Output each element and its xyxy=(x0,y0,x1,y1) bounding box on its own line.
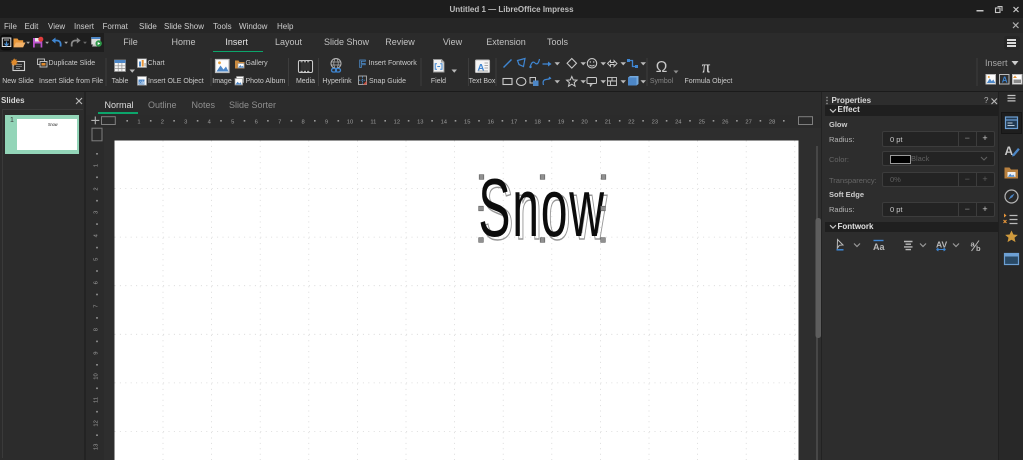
svg-text:8: 8 xyxy=(301,120,304,126)
svg-text:14: 14 xyxy=(441,120,448,126)
svg-text:13: 13 xyxy=(94,444,100,450)
svg-text:9: 9 xyxy=(325,120,328,126)
svg-text:3: 3 xyxy=(94,211,100,214)
svg-text:22: 22 xyxy=(628,120,634,126)
svg-text:13: 13 xyxy=(417,120,423,126)
svg-text:ole: ole xyxy=(139,80,146,85)
svg-text:π: π xyxy=(702,58,711,77)
svg-text:9: 9 xyxy=(94,351,100,354)
svg-text:A: A xyxy=(1002,76,1008,85)
svg-text:5: 5 xyxy=(94,258,100,261)
svg-text:Aa: Aa xyxy=(873,242,885,252)
svg-text:11: 11 xyxy=(370,120,376,126)
svg-text:12: 12 xyxy=(94,420,100,426)
svg-text:6: 6 xyxy=(255,120,258,126)
svg-text:25: 25 xyxy=(699,120,705,126)
svg-text:19: 19 xyxy=(558,120,564,126)
svg-text:17: 17 xyxy=(511,120,517,126)
svg-text:A: A xyxy=(478,63,485,74)
svg-text:1: 1 xyxy=(137,120,140,126)
svg-text:16: 16 xyxy=(487,120,493,126)
svg-text:28: 28 xyxy=(769,120,775,126)
svg-text:20: 20 xyxy=(581,120,587,126)
svg-text:3: 3 xyxy=(184,120,187,126)
svg-text:10: 10 xyxy=(94,373,100,379)
svg-text:27: 27 xyxy=(745,120,751,126)
svg-text:15: 15 xyxy=(464,120,470,126)
svg-text:2: 2 xyxy=(161,120,164,126)
svg-text:b: b xyxy=(976,244,981,253)
svg-text:21: 21 xyxy=(605,120,611,126)
svg-text:Ω: Ω xyxy=(656,59,668,76)
svg-text:7: 7 xyxy=(278,120,281,126)
svg-text:12: 12 xyxy=(394,120,400,126)
svg-text:23: 23 xyxy=(652,120,658,126)
svg-text:2: 2 xyxy=(94,187,100,190)
svg-text:18: 18 xyxy=(534,120,540,126)
svg-text:11: 11 xyxy=(94,397,100,403)
svg-text:7: 7 xyxy=(94,305,100,308)
svg-text:6: 6 xyxy=(94,281,100,284)
svg-text:26: 26 xyxy=(722,120,728,126)
svg-text:F: F xyxy=(359,59,366,71)
svg-text:24: 24 xyxy=(675,120,682,126)
svg-text:1: 1 xyxy=(94,164,100,167)
svg-text:8: 8 xyxy=(94,328,100,331)
svg-text:5: 5 xyxy=(231,120,234,126)
svg-text:10: 10 xyxy=(347,120,353,126)
